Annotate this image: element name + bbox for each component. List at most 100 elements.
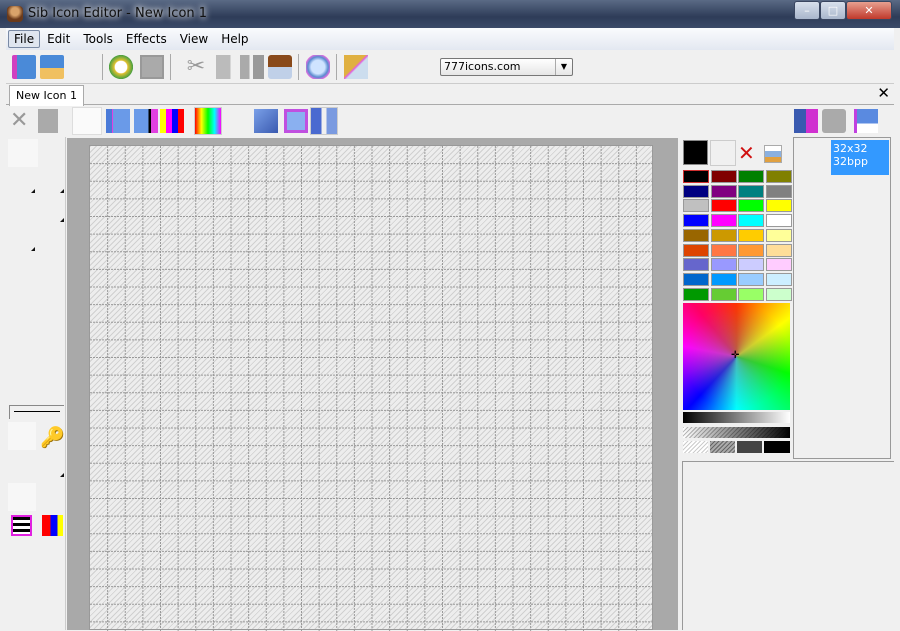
transparency-icon[interactable] [11,515,32,536]
save-icon[interactable] [40,55,64,79]
alpha-slider[interactable] [683,427,790,438]
tool-expand-icon[interactable] [31,189,35,193]
tool-expand-icon[interactable] [60,473,64,477]
palette-swatch[interactable] [738,184,764,198]
menu-effects[interactable]: Effects [120,30,173,48]
align-icon[interactable] [310,107,338,135]
alpha-preset-50[interactable] [710,441,735,453]
pixel-grid [90,146,654,631]
shadow-icon[interactable] [254,109,278,133]
close-document-icon[interactable]: ✕ [877,84,890,102]
colors-icon[interactable] [160,109,184,133]
palette-swatch[interactable] [710,228,737,242]
palette-swatch[interactable] [738,214,764,228]
close-button[interactable]: ✕ [846,1,892,20]
site-select-value: 777icons.com [444,60,521,73]
alpha-preset-25[interactable] [683,441,708,453]
palette-swatch[interactable] [710,243,737,257]
zoom-icon[interactable] [306,55,330,79]
preview-pane [682,461,894,630]
stop-icon[interactable] [140,55,164,79]
delete-icon[interactable]: ✕ [10,109,34,133]
alpha-preset-100[interactable] [764,441,790,453]
maximize-button[interactable]: □ [820,1,846,20]
thumbnail-icon[interactable] [854,109,878,133]
palette-swatch[interactable] [765,272,792,286]
palette-swatch[interactable] [710,214,737,228]
menu-edit[interactable]: Edit [41,30,76,48]
palette-swatch[interactable] [683,228,709,242]
paste-disabled-icon[interactable] [240,55,264,79]
palette-swatch[interactable] [738,272,764,286]
extract-icon[interactable] [794,109,818,133]
paste-icon[interactable] [268,55,292,79]
tool-slot[interactable] [8,483,36,511]
palette-swatch[interactable] [710,258,737,272]
palette-swatch[interactable] [683,184,709,198]
palette-swatch[interactable] [765,287,792,301]
frame-icon[interactable] [106,109,130,133]
palette-swatch[interactable] [710,184,737,198]
palette-swatch[interactable] [683,258,709,272]
alpha-preset-75[interactable] [737,441,762,453]
shrink-icon[interactable] [134,109,158,133]
palette-swatch[interactable] [738,287,764,301]
format-item-selected[interactable]: 32x32 32bpp [831,140,889,175]
line-width-select[interactable] [9,405,64,419]
key-icon[interactable]: 🔑 [40,425,65,449]
convert-icon[interactable] [822,109,846,133]
menu-tools[interactable]: Tools [77,30,119,48]
gradient-icon[interactable] [194,107,222,135]
minimize-button[interactable]: – [794,1,820,20]
palette-swatch[interactable] [683,199,709,213]
palette-swatch[interactable] [683,214,709,228]
refresh-icon[interactable] [109,55,133,79]
tab-new-icon-1[interactable]: New Icon 1 [9,85,84,106]
cut-icon[interactable]: ✂ [184,55,208,79]
blank-tool-icon[interactable] [72,107,102,135]
icon-canvas[interactable] [89,145,654,631]
palette-swatch[interactable] [738,170,764,183]
chevron-down-icon[interactable]: ▼ [555,59,572,75]
color-swap-icon[interactable] [42,515,63,536]
clear-icon[interactable] [38,109,58,133]
palette-swatch[interactable] [765,228,792,242]
tool-slot[interactable] [8,139,38,167]
palette-swatch[interactable] [765,243,792,257]
no-color-icon[interactable]: ✕ [738,141,762,165]
palette-swatch[interactable] [710,170,737,183]
palette-swatch[interactable] [683,243,709,257]
tool-expand-icon[interactable] [31,247,35,251]
palette-swatch[interactable] [710,199,737,213]
palette-swatch[interactable] [683,170,709,183]
site-select[interactable]: 777icons.com ▼ [440,58,573,76]
menu-help[interactable]: Help [215,30,254,48]
palette-swatch[interactable] [738,199,764,213]
pick-image-color-icon[interactable] [764,145,782,163]
palette-swatch[interactable] [710,287,737,301]
palette-swatch[interactable] [683,272,709,286]
palette-swatch[interactable] [765,170,792,183]
primary-color[interactable] [683,140,708,165]
tool-slot[interactable] [8,422,36,450]
menu-view[interactable]: View [174,30,214,48]
tool-expand-icon[interactable] [60,189,64,193]
resize-icon[interactable] [344,55,368,79]
palette-swatch[interactable] [738,258,764,272]
color-spectrum[interactable]: ✛ [683,303,790,410]
tool-expand-icon[interactable] [60,218,64,222]
border-icon[interactable] [284,109,308,133]
palette-swatch[interactable] [765,184,792,198]
save-all-icon[interactable] [12,55,36,79]
secondary-color[interactable] [710,140,736,166]
palette-swatch[interactable] [710,272,737,286]
palette-swatch[interactable] [765,214,792,228]
palette-swatch[interactable] [683,287,709,301]
brightness-slider[interactable] [683,412,790,423]
copy-icon[interactable] [216,55,240,79]
palette-swatch[interactable] [765,199,792,213]
palette-swatch[interactable] [738,228,764,242]
palette-swatch[interactable] [738,243,764,257]
palette-swatch[interactable] [765,258,792,272]
menu-file[interactable]: File [8,30,41,48]
